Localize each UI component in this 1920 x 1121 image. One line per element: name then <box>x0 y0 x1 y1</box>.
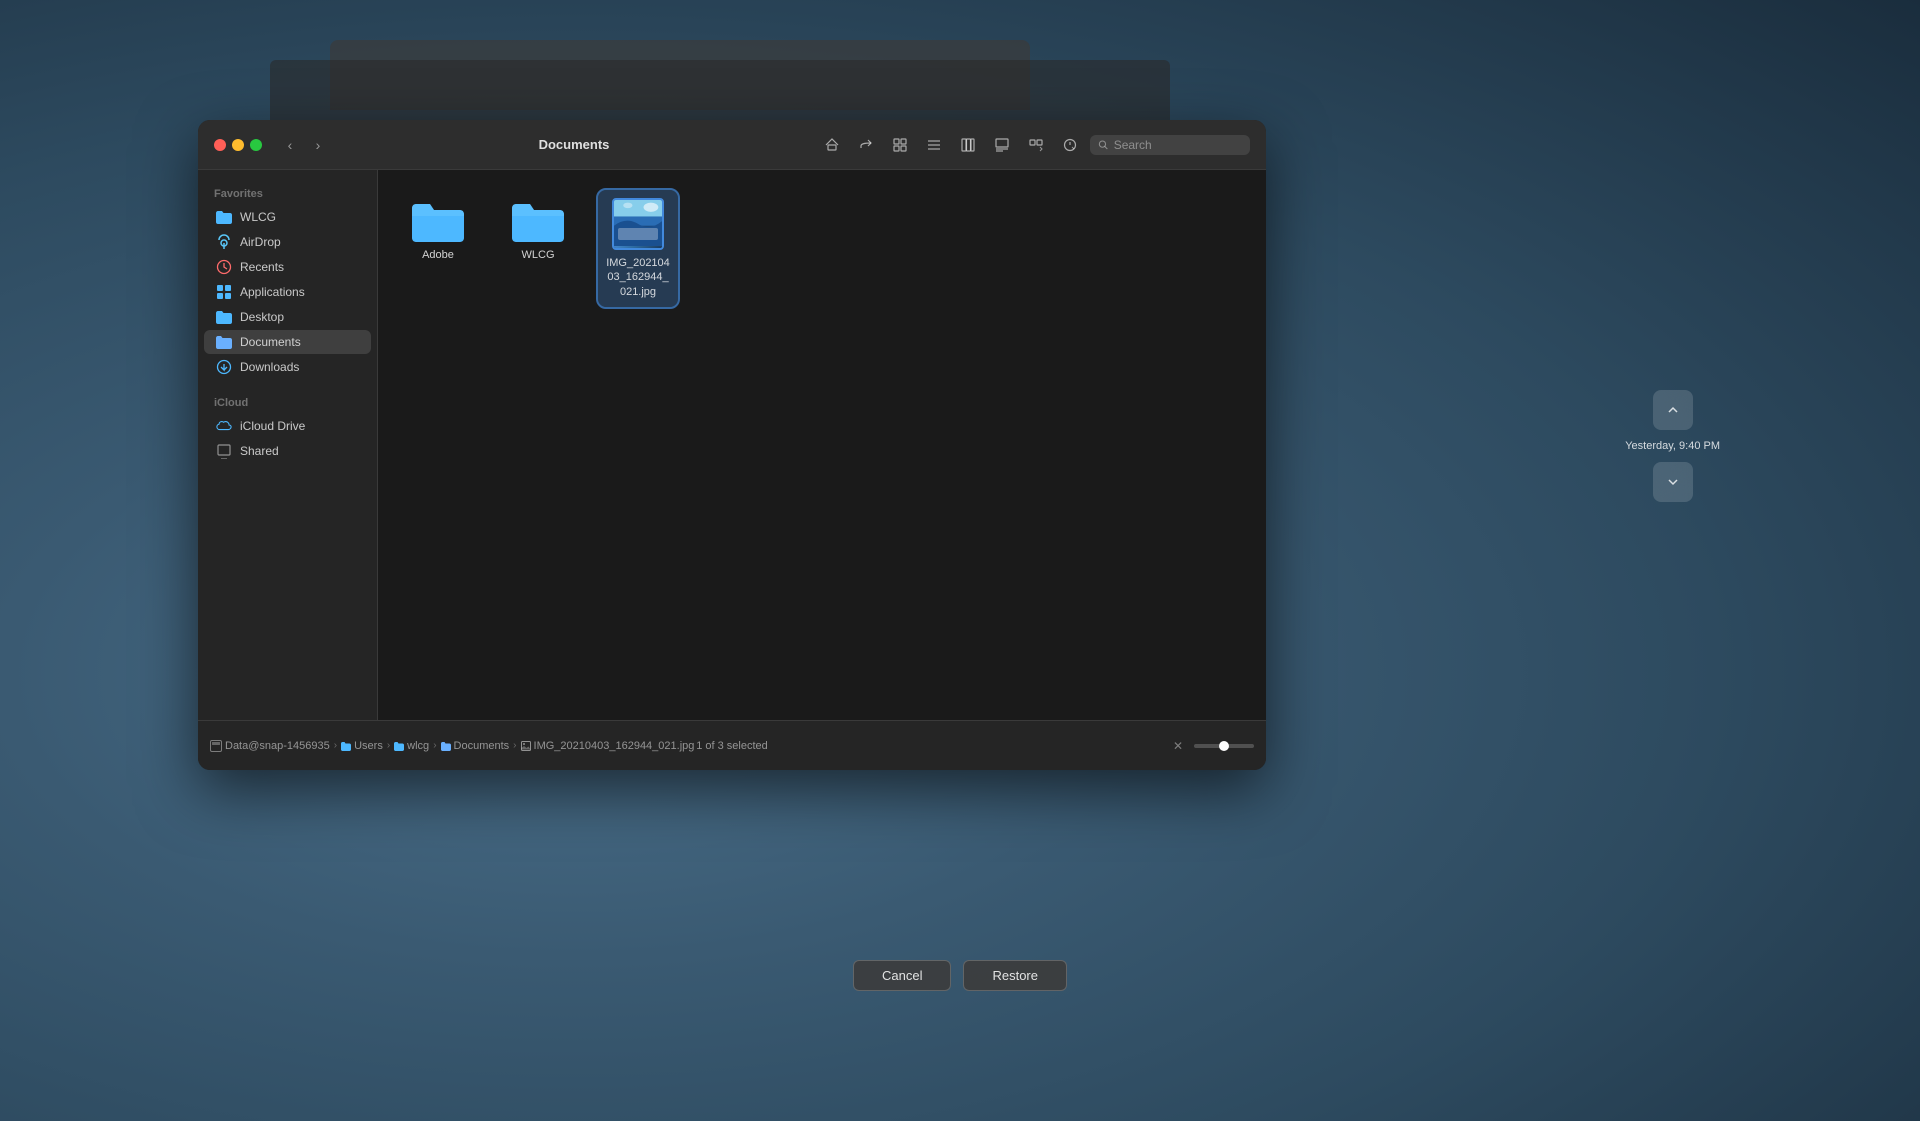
sidebar-label-applications: Applications <box>240 285 305 299</box>
list-view-button[interactable] <box>920 131 948 159</box>
file-grid: Adobe WLCG <box>398 190 1246 307</box>
close-x-button[interactable]: ✕ <box>1170 738 1186 754</box>
disk-icon <box>210 740 222 752</box>
file-name-wlcg: WLCG <box>522 248 555 262</box>
folder-small-icon-2 <box>394 741 404 751</box>
folder-icon-wlcg <box>512 198 564 242</box>
nav-buttons: ‹ › <box>278 133 330 157</box>
view-options-button[interactable] <box>1022 131 1050 159</box>
notification-time: Yesterday, 9:40 PM <box>1625 440 1720 452</box>
folder-icon-adobe <box>412 198 464 242</box>
zoom-slider[interactable] <box>1194 744 1254 748</box>
sidebar-label-airdrop: AirDrop <box>240 235 281 249</box>
search-box <box>1090 135 1250 155</box>
file-name-img: IMG_20210403_162944_021.jpg <box>606 256 670 299</box>
notification-widget: Yesterday, 9:40 PM <box>1625 390 1720 502</box>
sidebar-label-documents: Documents <box>240 335 301 349</box>
search-input[interactable] <box>1114 138 1242 152</box>
recents-icon <box>216 259 232 275</box>
main-content: Favorites WLCG AirDrop <box>198 170 1266 720</box>
notif-up-button[interactable] <box>1653 390 1693 430</box>
actions-button[interactable] <box>1056 131 1084 159</box>
gallery-view-button[interactable] <box>988 131 1016 159</box>
restore-button[interactable]: Restore <box>963 960 1067 991</box>
cancel-button[interactable]: Cancel <box>853 960 951 991</box>
file-item-wlcg[interactable]: WLCG <box>498 190 578 307</box>
sidebar-item-icloud-drive[interactable]: iCloud Drive <box>204 414 371 438</box>
breadcrumb-documents-label: Documents <box>454 740 510 752</box>
icon-view-button[interactable] <box>886 131 914 159</box>
sidebar: Favorites WLCG AirDrop <box>198 170 378 720</box>
sidebar-item-desktop[interactable]: Desktop <box>204 305 371 329</box>
bottom-buttons: Cancel Restore <box>853 960 1067 991</box>
share-button[interactable] <box>852 131 880 159</box>
file-thumbnail <box>612 198 664 250</box>
breadcrumb-wlcg-label: wlcg <box>407 740 429 752</box>
airdrop-icon <box>216 234 232 250</box>
breadcrumb-documents[interactable]: Documents <box>441 740 510 752</box>
breadcrumb-users-label: Users <box>354 740 383 752</box>
sidebar-label-downloads: Downloads <box>240 360 299 374</box>
breadcrumb-disk-label: Data@snap-1456935 <box>225 740 330 752</box>
traffic-lights <box>214 139 262 151</box>
sidebar-label-shared: Shared <box>240 444 279 458</box>
breadcrumb-wlcg[interactable]: wlcg <box>394 740 429 752</box>
sidebar-item-shared[interactable]: Shared <box>204 439 371 463</box>
image-preview <box>614 198 662 248</box>
breadcrumb-users[interactable]: Users <box>341 740 383 752</box>
sidebar-item-airdrop[interactable]: AirDrop <box>204 230 371 254</box>
file-name-adobe: Adobe <box>422 248 454 262</box>
desktop-icon <box>216 309 232 325</box>
close-button[interactable] <box>214 139 226 151</box>
file-item-adobe[interactable]: Adobe <box>398 190 478 307</box>
sidebar-favorites-header: Favorites <box>198 182 377 204</box>
status-bar: Data@snap-1456935 › Users › wlcg › <box>198 720 1266 770</box>
notif-down-button[interactable] <box>1653 462 1693 502</box>
sidebar-label-icloud-drive: iCloud Drive <box>240 419 305 433</box>
folder-icon <box>216 209 232 225</box>
selection-info: 1 of 3 selected <box>696 740 768 752</box>
toolbar-icons <box>818 131 1250 159</box>
sidebar-label-wlcg: WLCG <box>240 210 276 224</box>
file-area: Adobe WLCG <box>378 170 1266 720</box>
title-bar: ‹ › Documents <box>198 120 1266 170</box>
icloud-icon <box>216 418 232 434</box>
sidebar-icloud-header: iCloud <box>198 391 377 413</box>
column-view-button[interactable] <box>954 131 982 159</box>
minimize-button[interactable] <box>232 139 244 151</box>
shared-icon <box>216 443 232 459</box>
applications-icon <box>216 284 232 300</box>
maximize-button[interactable] <box>250 139 262 151</box>
sidebar-item-applications[interactable]: Applications <box>204 280 371 304</box>
downloads-icon <box>216 359 232 375</box>
documents-icon <box>216 334 232 350</box>
window-title: Documents <box>338 137 810 152</box>
folder-small-docs-icon <box>441 741 451 751</box>
forward-button[interactable]: › <box>306 133 330 157</box>
home-button[interactable] <box>818 131 846 159</box>
file-item-img[interactable]: IMG_20210403_162944_021.jpg <box>598 190 678 307</box>
sidebar-item-downloads[interactable]: Downloads <box>204 355 371 379</box>
back-button[interactable]: ‹ <box>278 133 302 157</box>
search-icon <box>1098 139 1109 151</box>
sidebar-item-wlcg[interactable]: WLCG <box>204 205 371 229</box>
image-small-icon <box>521 741 531 751</box>
finder-window: ‹ › Documents <box>198 120 1266 770</box>
breadcrumb-image-label: IMG_20210403_162944_021.jpg <box>534 740 695 752</box>
breadcrumb-image[interactable]: IMG_20210403_162944_021.jpg <box>521 740 695 752</box>
sidebar-label-desktop: Desktop <box>240 310 284 324</box>
sidebar-label-recents: Recents <box>240 260 284 274</box>
folder-small-icon <box>341 741 351 751</box>
zoom-controls: ✕ <box>1170 738 1254 754</box>
sidebar-item-documents[interactable]: Documents <box>204 330 371 354</box>
sidebar-item-recents[interactable]: Recents <box>204 255 371 279</box>
breadcrumb-disk[interactable]: Data@snap-1456935 <box>210 740 330 752</box>
breadcrumb: Data@snap-1456935 › Users › wlcg › <box>210 740 1162 752</box>
